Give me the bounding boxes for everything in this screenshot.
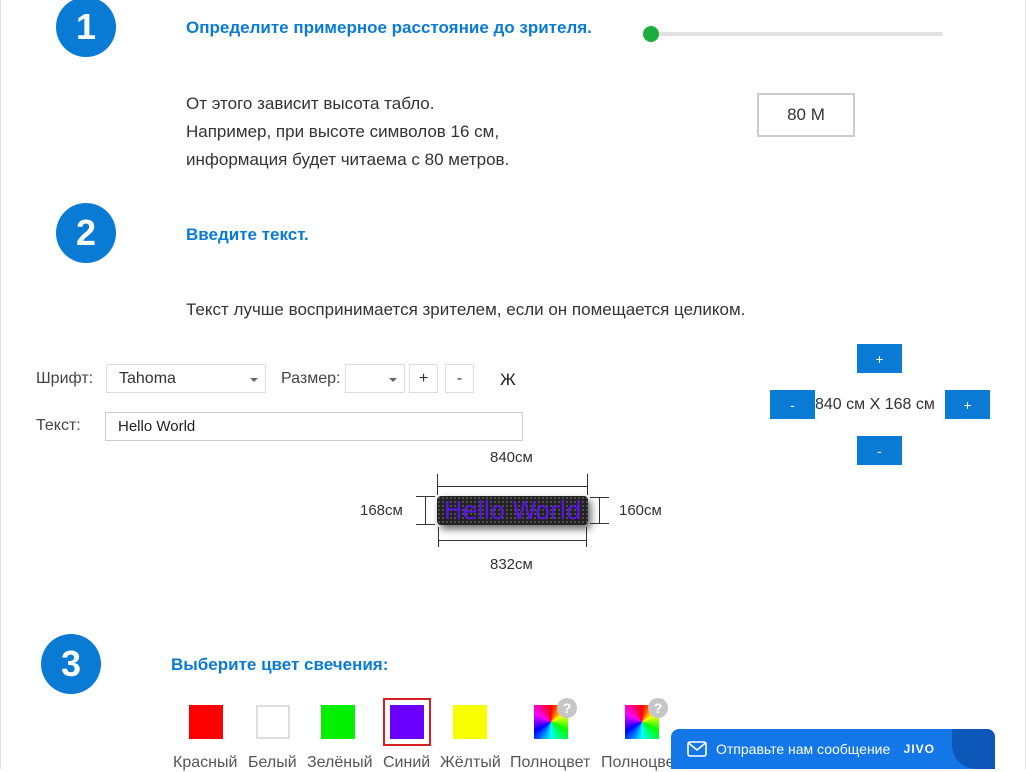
size-select[interactable] xyxy=(345,364,405,393)
text-label: Текст: xyxy=(36,417,81,434)
width-decrease-button[interactable]: - xyxy=(770,390,815,419)
message-icon xyxy=(687,741,707,757)
board-height-label: 168см xyxy=(360,502,403,519)
board-inner-width-label: 832см xyxy=(490,556,533,573)
color-label-fullcolor: Полноцвет xyxy=(510,754,591,771)
dim-line xyxy=(587,474,588,495)
color-label-blue: Синий xyxy=(383,754,431,771)
step-1-title: Определите примерное расстояние до зрите… xyxy=(186,18,592,37)
font-label: Шрифт: xyxy=(36,370,94,387)
font-select[interactable]: Tahoma xyxy=(106,364,266,393)
size-decrease-button[interactable]: - xyxy=(445,364,474,393)
text-input[interactable]: Hello World xyxy=(105,412,523,441)
help-icon[interactable]: ? xyxy=(557,698,577,718)
step-2-desc: Текст лучше воспринимается зрителем, есл… xyxy=(186,300,746,319)
board-width-label: 840см xyxy=(490,449,533,466)
dim-line xyxy=(438,527,439,547)
color-label-red: Красный xyxy=(173,754,238,771)
dim-line xyxy=(599,497,600,524)
color-swatch-green[interactable] xyxy=(321,705,355,739)
color-label-fullcolor-2: Полноцве xyxy=(601,754,675,771)
color-label-white: Белый xyxy=(248,754,297,771)
color-label-yellow: Жёлтый xyxy=(440,754,501,771)
distance-slider-track[interactable] xyxy=(651,32,943,36)
step-2-title: Введите текст. xyxy=(186,225,309,244)
chevron-down-icon xyxy=(250,378,258,382)
dim-line xyxy=(438,540,587,541)
led-board-text: Hello World xyxy=(443,496,582,525)
help-icon[interactable]: ? xyxy=(648,698,668,718)
dim-line xyxy=(425,496,426,525)
width-increase-button[interactable]: + xyxy=(945,390,990,419)
color-swatch-yellow[interactable] xyxy=(453,705,487,739)
chat-widget-button[interactable]: Отправьте нам сообщение JIVO xyxy=(671,729,995,769)
distance-slider-thumb[interactable] xyxy=(643,26,659,42)
font-select-value: Tahoma xyxy=(119,369,176,387)
height-decrease-button[interactable]: - xyxy=(857,436,902,465)
dim-line xyxy=(437,474,438,495)
step-1-desc-line-1: От этого зависит высота табло. xyxy=(186,94,435,113)
size-increase-button[interactable]: + xyxy=(409,364,438,393)
color-swatch-red[interactable] xyxy=(189,705,223,739)
dim-line xyxy=(437,486,588,487)
step-3-badge: 3 xyxy=(41,634,101,694)
bold-toggle-button[interactable]: Ж xyxy=(500,370,516,390)
size-label: Размер: xyxy=(281,370,341,387)
led-board-preview: Hello World xyxy=(437,496,588,525)
color-swatch-blue[interactable] xyxy=(390,705,424,739)
height-increase-button[interactable]: + xyxy=(857,344,902,373)
color-label-green: Зелёный xyxy=(307,754,373,771)
dim-line xyxy=(586,527,587,547)
step-3-title: Выберите цвет свечения: xyxy=(171,655,389,674)
page-border-left xyxy=(0,0,1,769)
jivo-logo: JIVO xyxy=(903,742,935,756)
distance-value: 80 М xyxy=(757,93,855,137)
color-swatch-white[interactable] xyxy=(256,705,290,739)
step-2-badge: 2 xyxy=(56,203,116,263)
step-1-desc-line-2: Например, при высоте символов 16 см, xyxy=(186,122,500,141)
chat-label: Отправьте нам сообщение xyxy=(716,741,891,757)
chevron-down-icon xyxy=(389,378,397,382)
board-dimensions: 840 см X 168 см xyxy=(815,396,935,413)
step-1-desc-line-3: информация будет читаема с 80 метров. xyxy=(186,150,510,169)
board-inner-height-label: 160см xyxy=(619,502,662,519)
step-1-badge: 1 xyxy=(56,0,116,57)
